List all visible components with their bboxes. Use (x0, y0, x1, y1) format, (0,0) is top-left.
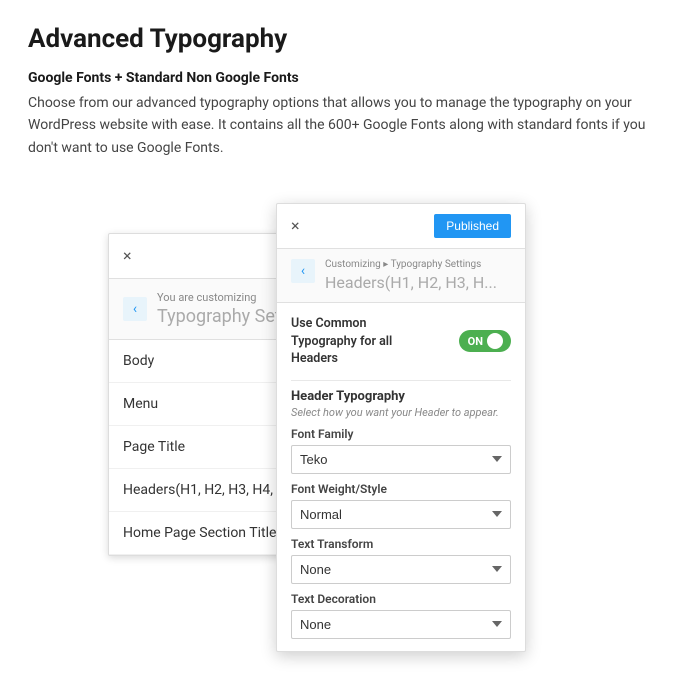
breadcrumb-front: Customizing ▸ Typography Settings (325, 259, 497, 270)
panel-front-header: × Published (277, 204, 525, 249)
text-transform-label: Text Transform (291, 537, 511, 551)
font-family-label: Font Family (291, 427, 511, 441)
panel-front: × Published ‹ Customizing ▸ Typography S… (276, 203, 526, 652)
back-arrow-front[interactable]: ‹ (291, 259, 315, 283)
font-weight-select[interactable]: Normal Bold Italic Bold Italic (291, 500, 511, 529)
panel-front-nav: ‹ Customizing ▸ Typography Settings Head… (277, 249, 525, 303)
font-weight-label: Font Weight/Style (291, 482, 511, 496)
toggle-label: ON (468, 335, 483, 348)
section-title-front: Headers(H1, H2, H3, H... (325, 273, 497, 292)
page-title: Advanced Typography (28, 24, 672, 54)
text-decoration-select[interactable]: None Underline Overline Line-through (291, 610, 511, 639)
back-arrow-back[interactable]: ‹ (123, 297, 147, 321)
divider-1 (291, 380, 511, 381)
font-family-select[interactable]: Teko Open Sans Roboto Lato Montserrat (291, 445, 511, 474)
toggle-circle (487, 333, 503, 349)
text-transform-select[interactable]: None Uppercase Lowercase Capitalize (291, 555, 511, 584)
close-icon-back[interactable]: × (123, 248, 132, 264)
text-decoration-label: Text Decoration (291, 592, 511, 606)
subtitle: Google Fonts + Standard Non Google Fonts (28, 70, 672, 86)
close-icon-front[interactable]: × (291, 218, 300, 234)
screenshots-wrapper: × Published ‹ You are customizing Typogr… (28, 183, 672, 603)
description: Choose from our advanced typography opti… (28, 92, 668, 159)
panel-front-nav-text: Customizing ▸ Typography Settings Header… (325, 259, 497, 292)
common-typography-row: Use Common Typography for all Headers ON (291, 315, 511, 368)
published-button-front[interactable]: Published (434, 214, 511, 238)
panel-front-content: Use Common Typography for all Headers ON… (277, 303, 525, 651)
toggle-on[interactable]: ON (459, 330, 511, 352)
header-typography-title: Header Typography (291, 389, 511, 404)
common-typography-label: Use Common Typography for all Headers (291, 315, 421, 368)
header-typography-subtitle: Select how you want your Header to appea… (291, 406, 511, 419)
